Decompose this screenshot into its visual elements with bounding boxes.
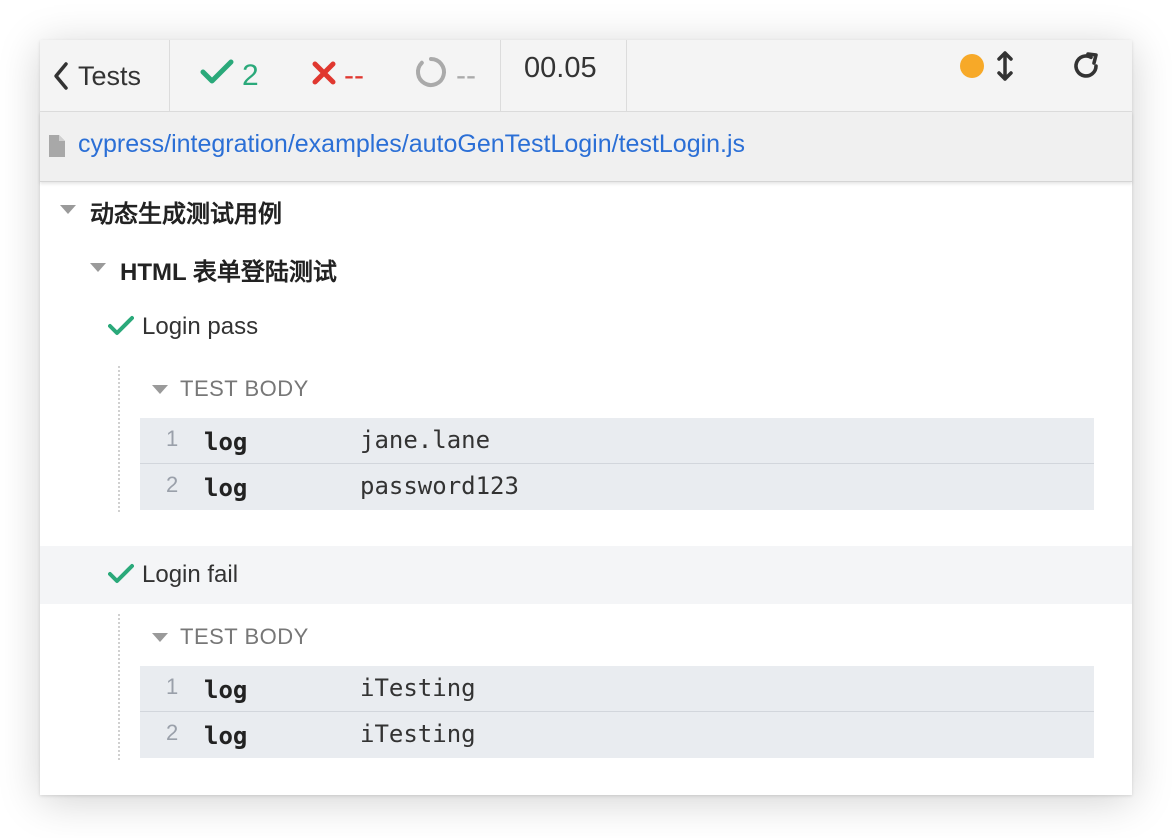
command-row[interactable]: 1 log jane.lane bbox=[140, 418, 1094, 464]
pending-count: -- bbox=[414, 40, 476, 112]
spec-file-path[interactable]: cypress/integration/examples/autoGenTest… bbox=[78, 130, 745, 159]
check-icon bbox=[200, 58, 234, 94]
reporter-header: Tests 2 -- -- 00.05 bbox=[40, 40, 1132, 112]
command-message: password123 bbox=[360, 472, 519, 500]
header-divider bbox=[500, 40, 501, 112]
command-number: 2 bbox=[166, 720, 179, 745]
chevron-left-icon bbox=[52, 61, 70, 91]
passed-count-value: 2 bbox=[242, 59, 259, 92]
command-name: log bbox=[204, 428, 248, 456]
command-name: log bbox=[204, 722, 248, 750]
command-row[interactable]: 1 log iTesting bbox=[140, 666, 1094, 712]
suite-title: HTML 表单登陆测试 bbox=[120, 259, 337, 286]
test-row[interactable]: Login fail bbox=[40, 546, 1132, 604]
x-icon bbox=[312, 59, 336, 93]
command-name: log bbox=[204, 474, 248, 502]
passed-count: 2 bbox=[200, 40, 259, 112]
suite-child[interactable]: HTML 表单登陆测试 bbox=[40, 240, 1132, 298]
pending-count-value: -- bbox=[456, 59, 476, 92]
arrows-vertical-icon[interactable] bbox=[995, 50, 1015, 87]
caret-down-icon bbox=[60, 205, 76, 214]
test-body-hook[interactable]: TEST BODY bbox=[40, 366, 1132, 416]
test-row[interactable]: Login pass bbox=[40, 298, 1132, 356]
command-message: jane.lane bbox=[360, 426, 491, 454]
command-message: iTesting bbox=[360, 720, 476, 748]
suite-title: 动态生成测试用例 bbox=[90, 201, 282, 228]
suite-root[interactable]: 动态生成测试用例 bbox=[40, 182, 1132, 240]
command-list: 1 log iTesting 2 log iTesting bbox=[140, 666, 1094, 758]
command-number: 2 bbox=[166, 472, 179, 497]
test-body-label: TEST BODY bbox=[180, 376, 309, 401]
tests-back-button[interactable]: Tests bbox=[52, 40, 141, 112]
command-message: iTesting bbox=[360, 674, 476, 702]
command-name: log bbox=[204, 676, 248, 704]
test-title: Login fail bbox=[142, 561, 239, 588]
check-icon bbox=[108, 315, 134, 342]
caret-down-icon bbox=[152, 385, 168, 394]
failed-count-value: -- bbox=[344, 59, 364, 92]
header-divider bbox=[169, 40, 170, 112]
command-number: 1 bbox=[166, 674, 179, 699]
command-list: 1 log jane.lane 2 log password123 bbox=[140, 418, 1094, 510]
test-body-label: TEST BODY bbox=[180, 624, 309, 649]
caret-down-icon bbox=[90, 263, 106, 272]
caret-down-icon bbox=[152, 633, 168, 642]
cypress-reporter: Tests 2 -- -- 00.05 cypress/integration/… bbox=[40, 40, 1132, 795]
circle-notch-icon bbox=[414, 55, 448, 97]
duration: 00.05 bbox=[524, 51, 597, 84]
test-body-hook[interactable]: TEST BODY bbox=[40, 614, 1132, 664]
test-title: Login pass bbox=[142, 313, 259, 340]
reload-icon[interactable] bbox=[1070, 50, 1102, 87]
running-status-indicator bbox=[960, 54, 984, 78]
check-icon bbox=[108, 563, 134, 590]
command-number: 1 bbox=[166, 426, 179, 451]
file-icon bbox=[48, 134, 66, 163]
spec-file-bar: cypress/integration/examples/autoGenTest… bbox=[40, 112, 1132, 182]
tests-back-label: Tests bbox=[78, 60, 142, 91]
command-row[interactable]: 2 log iTesting bbox=[140, 712, 1094, 758]
command-row[interactable]: 2 log password123 bbox=[140, 464, 1094, 510]
header-divider bbox=[626, 40, 627, 112]
failed-count: -- bbox=[312, 40, 364, 112]
